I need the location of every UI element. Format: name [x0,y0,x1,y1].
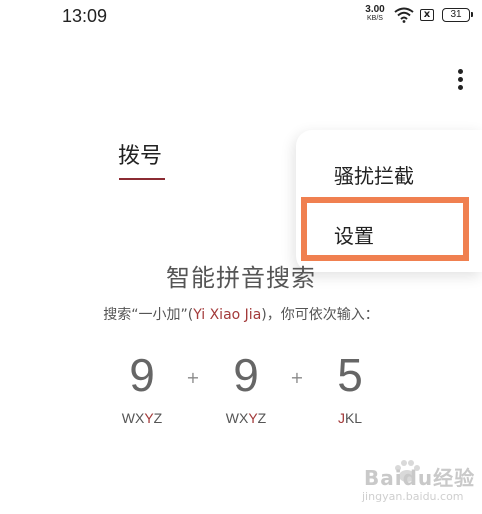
more-dot-icon [457,77,463,82]
menu-item-harassment-block[interactable]: 骚扰拦截 [334,160,414,189]
letters-pre: WX [225,410,249,426]
status-bar: 13:09 3.00 KB/S x 31 [0,0,482,36]
settings-highlight-box [301,197,469,261]
smart-search-hint: 搜索“一小加”(Yi Xiao Jia)，你可依次输入： [0,304,482,324]
watermark-text: Baidu经验 [364,466,476,490]
network-speed-value: 3.00 [365,4,385,15]
hint-pinyin: Yi Xiao Jia [193,307,262,323]
tab-active-indicator [119,178,165,180]
key-letters: JKL [320,410,380,426]
letters-post: Z [153,410,163,426]
letters-highlight: Y [144,410,154,426]
network-speed: 3.00 KB/S [360,4,390,23]
hint-suffix: )，你可依次输入： [261,307,379,323]
plus-sign: + [186,368,200,387]
more-options-button[interactable] [448,66,472,102]
more-dot-icon [457,85,463,90]
key-letters: WXYZ [112,410,172,426]
tab-dial[interactable]: 拨号 [118,138,162,170]
network-speed-unit: KB/S [367,15,383,22]
battery-icon: 31 [442,8,473,22]
status-time: 13:09 [62,6,108,26]
letters-post: Z [257,410,267,426]
sim-card-icon: x [420,9,434,21]
key-digit: 9 [233,349,259,401]
letters-highlight: J [337,410,345,426]
key-digit: 5 [337,349,363,401]
hint-prefix: 搜索“一小加”( [103,307,194,323]
key-digit: 9 [129,349,155,401]
plus-sign: + [290,368,304,387]
letters-pre: WX [121,410,145,426]
watermark-subtext: jingyan.baidu.com [362,490,464,503]
letters-highlight: Y [248,410,258,426]
smart-search-title: 智能拼音搜索 [166,264,316,292]
baidu-watermark: Baidu经验 jingyan.baidu.com [360,456,480,512]
more-dot-icon [457,69,463,74]
letters-post: KL [344,410,363,426]
key-letters: WXYZ [216,410,276,426]
wifi-icon [394,7,414,27]
